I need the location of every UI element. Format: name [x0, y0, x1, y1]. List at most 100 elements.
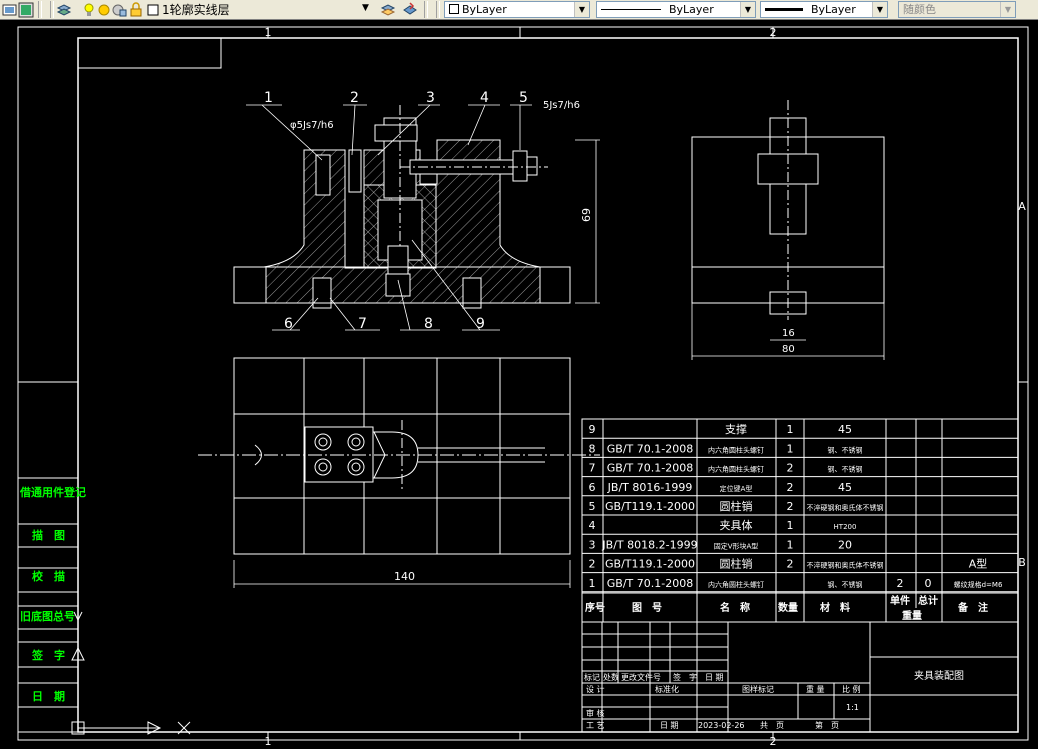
- svg-text:旧底图总号: 旧底图总号: [20, 609, 75, 623]
- bom-cell: 钢、不锈钢: [828, 465, 863, 474]
- layer-stack-icon[interactable]: [56, 2, 72, 18]
- svg-text:第 页: 第 页: [815, 720, 839, 730]
- svg-text:8: 8: [424, 316, 433, 332]
- bom-cell: 定位键A型: [720, 484, 753, 493]
- svg-text:标记: 标记: [584, 672, 600, 682]
- bom-cell: 1: [787, 423, 794, 436]
- svg-text:2023-02-26: 2023-02-26: [698, 721, 745, 730]
- linetype-control-dropdown[interactable]: ByLayer ▼: [596, 1, 756, 18]
- bom-cell: 1: [787, 519, 794, 532]
- bom-cell: 7: [589, 462, 596, 475]
- svg-text:借通用件登记: 借通用件登记: [19, 485, 86, 499]
- color-control-dropdown[interactable]: ByLayer ▼: [444, 1, 590, 18]
- bom-cell: 圆柱销: [720, 499, 753, 513]
- dimension-140: 140: [233, 560, 571, 588]
- ucs-icon: [71, 611, 191, 735]
- svg-text:1: 1: [264, 90, 273, 106]
- bom-cell: 固定V形块A型: [714, 541, 759, 550]
- side-view[interactable]: [691, 100, 885, 320]
- bom-cell: 2: [787, 558, 794, 571]
- bom-cell: 4: [589, 519, 596, 532]
- bom-cell: 2: [787, 481, 794, 494]
- bom-cell: 1: [589, 577, 596, 590]
- make-current-layer-icon[interactable]: [380, 2, 396, 18]
- svg-text:3: 3: [426, 90, 435, 106]
- svg-text:标准化: 标准化: [655, 684, 679, 694]
- svg-text:工 艺: 工 艺: [586, 721, 605, 730]
- viewport-freeze-icon[interactable]: [111, 2, 127, 18]
- model-space-canvas[interactable]: 1 2 1 2 A B 借通用件登记 描 图 校 描 旧底图总号 签 字 日 期: [0, 20, 1038, 749]
- bom-cell: 不淬硬钢和奥氏体不锈钢: [807, 561, 884, 570]
- zone-right-B: B: [1018, 556, 1026, 569]
- bom-cell: GB/T 70.1-2008: [607, 577, 693, 590]
- bom-cell: 内六角圆柱头螺钉: [708, 580, 764, 589]
- bom-cell: 不淬硬钢和奥氏体不锈钢: [807, 503, 884, 512]
- lock-icon[interactable]: [128, 2, 144, 18]
- color-value: ByLayer: [462, 3, 507, 16]
- svg-text:69: 69: [580, 208, 593, 222]
- svg-text:审 核: 审 核: [586, 708, 605, 718]
- linetype-preview: [601, 9, 661, 10]
- svg-text:备 注: 备 注: [957, 601, 988, 614]
- zone-top-1: 1: [265, 26, 272, 39]
- svg-text:总计: 总计: [918, 594, 938, 607]
- bom-cell: 6: [589, 481, 596, 494]
- svg-text:5: 5: [519, 90, 528, 106]
- svg-text:80: 80: [782, 344, 795, 355]
- linetype-value: ByLayer: [669, 3, 714, 16]
- color-swatch: [449, 4, 459, 14]
- color-swatch-icon[interactable]: [146, 2, 162, 18]
- bom-cell: 2: [589, 558, 596, 571]
- bom-cell: GB/T119.1-2000: [605, 500, 695, 513]
- bom-cell: 1: [787, 538, 794, 551]
- svg-text:设 计: 设 计: [586, 684, 605, 694]
- layer-manager-icon[interactable]: [18, 2, 34, 18]
- chevron-down-icon[interactable]: ▼: [574, 2, 589, 17]
- bom-cell: 45: [838, 481, 852, 494]
- lightbulb-icon[interactable]: [81, 2, 97, 18]
- bom-cell: 1: [787, 442, 794, 455]
- bom-cell: 2: [787, 500, 794, 513]
- bom-cell: 钢、不锈钢: [828, 445, 863, 454]
- lineweight-control-dropdown[interactable]: ByLayer ▼: [760, 1, 888, 18]
- layer-name-label[interactable]: 1轮廓实线层: [162, 2, 230, 18]
- svg-text:共 页: 共 页: [760, 721, 784, 730]
- bom-cell: 螺纹规格d=M6: [954, 580, 1003, 589]
- layer-previous-icon[interactable]: [402, 2, 418, 18]
- chevron-down-icon[interactable]: ▼: [872, 2, 887, 17]
- svg-text:名 称: 名 称: [720, 601, 750, 614]
- svg-text:6: 6: [284, 316, 293, 332]
- bom-header: 序号 图 号 名 称 数量 材 料 单件 总计 重量 备 注: [585, 594, 988, 622]
- bom-cell: 2: [787, 462, 794, 475]
- bom-cell: 5: [589, 500, 596, 513]
- chevron-down-icon[interactable]: ▼: [1000, 2, 1015, 17]
- svg-text:140: 140: [394, 570, 415, 583]
- svg-text:比 例: 比 例: [842, 684, 861, 694]
- svg-text:9: 9: [476, 316, 485, 332]
- svg-text:夹具装配图: 夹具装配图: [914, 669, 964, 682]
- svg-text:校 描: 校 描: [32, 569, 65, 583]
- bom-cell: 45: [838, 423, 852, 436]
- bom-cell: 9: [589, 423, 596, 436]
- bom-cell: A型: [969, 557, 988, 571]
- svg-text:日 期: 日 期: [660, 721, 679, 730]
- bom-cell: 支撑: [725, 422, 747, 436]
- layer-state-icon[interactable]: [2, 2, 18, 18]
- plotstyle-control-dropdown[interactable]: 随颜色 ▼: [898, 1, 1016, 18]
- bom-cell: 2: [897, 577, 904, 590]
- bom-cell: 20: [838, 538, 852, 551]
- layer-dropdown-arrow[interactable]: ▼: [362, 3, 369, 13]
- svg-text:序号: 序号: [585, 601, 605, 614]
- bom-cell: JB/T 8018.2-1999: [601, 538, 697, 551]
- zone-bottom-1: 1: [265, 735, 272, 748]
- zone-bottom-2: 2: [770, 735, 777, 748]
- sun-icon[interactable]: [96, 2, 112, 18]
- dimension-69: 69: [575, 139, 600, 304]
- top-view[interactable]: [198, 357, 600, 555]
- chevron-down-icon[interactable]: ▼: [740, 2, 755, 17]
- svg-text:数量: 数量: [778, 601, 798, 614]
- svg-text:签 字: 签 字: [673, 672, 697, 682]
- svg-text:更改文件号: 更改文件号: [621, 672, 661, 682]
- svg-text:图样标记: 图样标记: [742, 684, 774, 694]
- bom-cell: GB/T119.1-2000: [605, 558, 695, 571]
